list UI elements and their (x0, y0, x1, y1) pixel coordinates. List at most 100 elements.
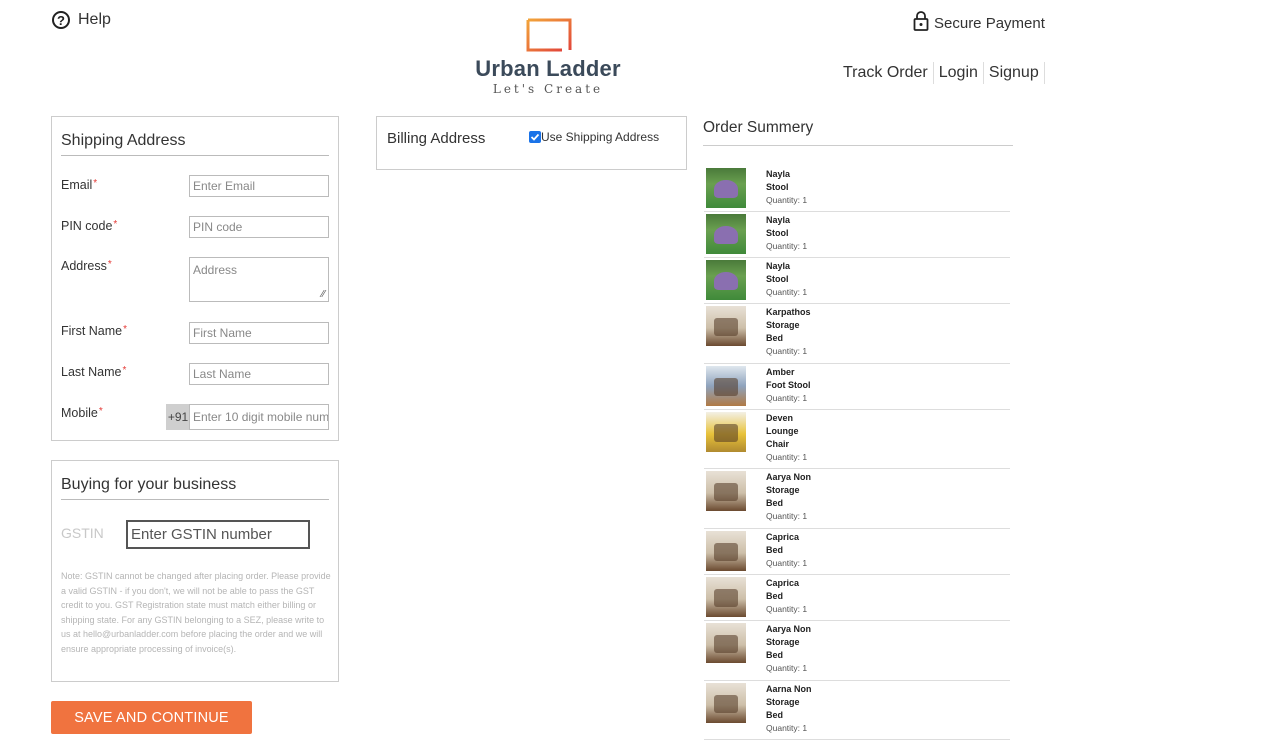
order-item-name-line: Caprica (766, 578, 800, 588)
order-item: Karpathos Storage Bed Quantity: 1 (704, 303, 1010, 364)
order-item: Aarya Non Storage Bed Quantity: 1 (704, 468, 1010, 529)
track-order-link[interactable]: Track Order (838, 62, 934, 84)
order-item-quantity: Quantity: 1 (766, 241, 808, 251)
order-item-name-line: Deven (766, 413, 794, 423)
order-item-name-line: Storage (766, 637, 800, 647)
order-item-name-line: Bed (766, 498, 784, 508)
order-item-name: Caprica Bed Quantity: 1 (766, 531, 856, 570)
stool-thumbnail (706, 260, 746, 300)
business-title: Buying for your business (61, 476, 237, 493)
secure-payment: Secure Payment (913, 11, 1045, 35)
order-item-name-line: Bed (766, 710, 784, 720)
order-item-quantity: Quantity: 1 (766, 723, 808, 733)
bed-thumbnail (706, 306, 746, 346)
order-item-quantity: Quantity: 1 (766, 346, 808, 356)
logo[interactable]: Urban Ladder Let's Create (463, 18, 633, 100)
order-item-name-line: Bed (766, 591, 784, 601)
signup-link[interactable]: Signup (984, 62, 1045, 84)
order-summary-title: Order Summery (703, 119, 814, 136)
gstin-field[interactable]: Enter GSTIN number (126, 520, 310, 549)
order-item: Aarna Non Storage Bed Quantity: 1 (704, 680, 1010, 740)
pin-code-field[interactable]: PIN code (189, 216, 329, 238)
order-item-name-line: Storage (766, 320, 800, 330)
order-item-name-line: Bed (766, 333, 784, 343)
email-field[interactable]: Enter Email (189, 175, 329, 197)
product-shape (714, 272, 738, 290)
mobile-field[interactable]: Enter 10 digit mobile num (189, 404, 329, 430)
order-item-quantity: Quantity: 1 (766, 452, 808, 462)
order-item-name-line: Lounge (766, 426, 799, 436)
address-label: Address* (61, 259, 112, 273)
footstool-thumbnail (706, 366, 746, 406)
product-shape (714, 226, 738, 244)
business-panel: Buying for your business GSTIN Enter GST… (51, 460, 339, 682)
order-item-name: Aarna Non Storage Bed Quantity: 1 (766, 683, 856, 735)
save-and-continue-button[interactable]: SAVE AND CONTINUE (51, 701, 252, 734)
order-item-quantity: Quantity: 1 (766, 393, 808, 403)
resize-handle-icon[interactable]: ⁄⁄ (322, 289, 325, 300)
gstin-note: Note: GSTIN cannot be changed after plac… (61, 571, 331, 654)
product-shape (714, 589, 738, 607)
help-icon: ? (52, 11, 70, 29)
order-item-name: Caprica Bed Quantity: 1 (766, 577, 856, 616)
gstin-label: GSTIN (61, 525, 104, 541)
order-item-name-line: Foot Stool (766, 380, 811, 390)
lock-icon (913, 11, 929, 35)
logo-mark-icon (526, 18, 572, 52)
address-textarea[interactable]: Address ⁄⁄ (189, 257, 329, 302)
chair-thumbnail (706, 412, 746, 452)
logo-tagline: Let's Create (492, 82, 604, 96)
help-label: Help (78, 11, 111, 28)
shipping-address-panel: Shipping Address Email* Enter Email PIN … (51, 116, 339, 441)
order-item: Deven Lounge Chair Quantity: 1 (704, 409, 1010, 469)
stool-thumbnail (706, 168, 746, 208)
use-shipping-address-option[interactable]: Use Shipping Address (529, 130, 659, 144)
order-item-name-line: Storage (766, 697, 800, 707)
bed-thumbnail (706, 531, 746, 571)
divider (61, 155, 329, 156)
order-item-name: Aarya Non Storage Bed Quantity: 1 (766, 471, 856, 523)
order-item: Amber Foot Stool Quantity: 1 (704, 363, 1010, 410)
order-item-name-line: Nayla (766, 169, 791, 179)
email-label: Email* (61, 178, 98, 192)
product-shape (714, 695, 738, 713)
required-marker: * (122, 365, 127, 376)
bed-thumbnail (706, 683, 746, 723)
help-link[interactable]: ? Help (52, 11, 111, 29)
last-name-field[interactable]: Last Name (189, 363, 329, 385)
billing-address-title: Billing Address (387, 130, 486, 147)
order-item-name-line: Stool (766, 274, 789, 284)
required-marker: * (113, 219, 118, 230)
order-item-quantity: Quantity: 1 (766, 604, 808, 614)
divider (61, 499, 329, 500)
checkbox-checked-icon[interactable] (529, 131, 541, 143)
first-name-field[interactable]: First Name (189, 322, 329, 344)
order-item-name: Deven Lounge Chair Quantity: 1 (766, 412, 856, 464)
required-marker: * (93, 178, 98, 189)
logo-name: Urban Ladder (475, 56, 621, 81)
required-marker: * (107, 259, 112, 270)
order-item-name-line: Nayla (766, 215, 791, 225)
order-item: Aarya Non Storage Bed Quantity: 1 (704, 620, 1010, 681)
product-shape (714, 318, 738, 336)
shipping-address-title: Shipping Address (61, 132, 186, 149)
order-item-name-line: Aarya Non (766, 472, 812, 482)
stool-thumbnail (706, 214, 746, 254)
secure-payment-label: Secure Payment (934, 14, 1045, 32)
order-item-name: Karpathos Storage Bed Quantity: 1 (766, 306, 856, 358)
order-item-name-line: Bed (766, 650, 784, 660)
login-link[interactable]: Login (934, 62, 984, 84)
required-marker: * (98, 406, 103, 417)
order-item-name-line: Chair (766, 439, 790, 449)
bed-thumbnail (706, 471, 746, 511)
order-item: Caprica Bed Quantity: 1 (704, 574, 1010, 621)
last-name-label: Last Name* (61, 365, 127, 379)
order-item-name-line: Stool (766, 182, 789, 192)
order-item: Nayla Stool Quantity: 1 (704, 257, 1010, 304)
order-item-name-line: Amber (766, 367, 795, 377)
order-item-quantity: Quantity: 1 (766, 195, 808, 205)
order-item-name-line: Karpathos (766, 307, 811, 317)
order-item-quantity: Quantity: 1 (766, 511, 808, 521)
order-item: Nayla Stool Quantity: 1 (704, 211, 1010, 258)
order-item-name-line: Nayla (766, 261, 791, 271)
